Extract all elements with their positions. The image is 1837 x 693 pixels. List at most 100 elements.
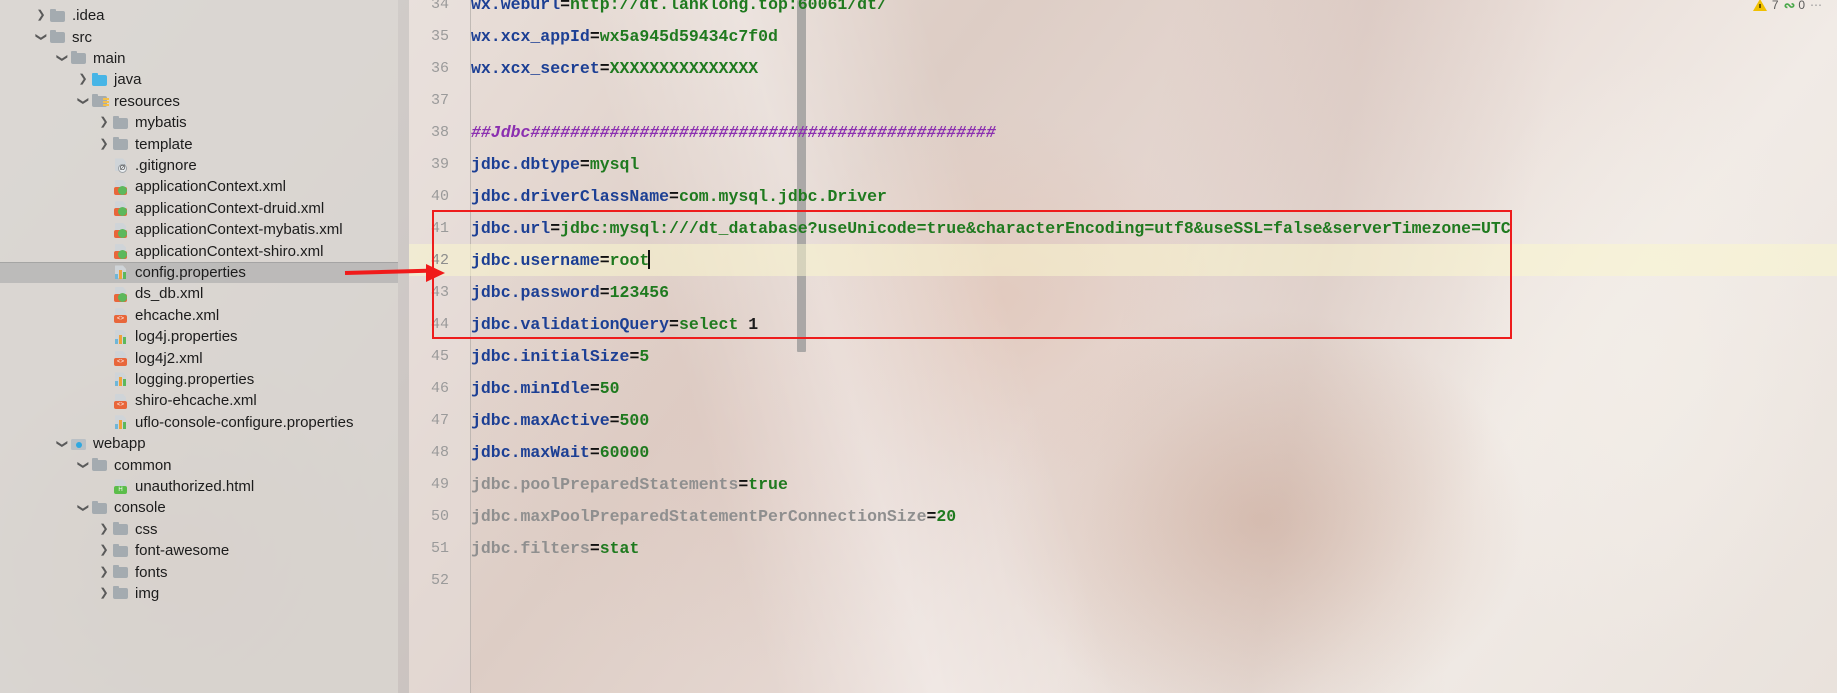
code-line-46[interactable]: 46 jdbc.minIdle=50 [409,372,1837,404]
chevron-down-icon[interactable]: ❯ [75,93,91,109]
code-line-48[interactable]: 48 jdbc.maxWait=60000 [409,436,1837,468]
code-text[interactable]: jdbc.minIdle=50 [459,379,620,398]
tree-item--gitignore[interactable]: Ø .gitignore [0,155,398,176]
code-line-45[interactable]: 45 jdbc.initialSize=5 [409,340,1837,372]
code-line-49[interactable]: 49 jdbc.poolPreparedStatements=true [409,468,1837,500]
code-line-37[interactable]: 37 [409,84,1837,116]
code-text[interactable]: jdbc.maxActive=500 [459,411,649,430]
code-line-40[interactable]: 40 jdbc.driverClassName=com.mysql.jdbc.Dr… [409,180,1837,212]
tree-item-font-awesome[interactable]: ❯ font-awesome [0,540,398,561]
arrow-head [426,264,445,282]
tree-item-label: .idea [72,7,105,25]
code-line-39[interactable]: 39 jdbc.dbtype=mysql [409,148,1837,180]
code-text[interactable]: jdbc.url=jdbc:mysql:///dt_database?useUn… [459,219,1511,238]
chevron-down-icon[interactable]: ❯ [54,50,70,66]
code-text[interactable]: jdbc.maxWait=60000 [459,443,649,462]
tree-item-img[interactable]: ❯ img [0,583,398,604]
token-k: wx.weburl [471,0,561,14]
code-text[interactable]: wx.xcx_appId=wx5a945d59434c7f0d [459,27,778,46]
code-text[interactable]: jdbc.maxPoolPreparedStatementPerConnecti… [459,507,956,526]
token-k: jdbc.minIdle [471,378,590,398]
code-line-44[interactable]: 44 jdbc.validationQuery=select 1 [409,308,1837,340]
code-line-47[interactable]: 47 jdbc.maxActive=500 [409,404,1837,436]
tree-item-shiro-ehcache-xml[interactable]: <> shiro-ehcache.xml [0,390,398,411]
tree-item-template[interactable]: ❯ template [0,133,398,154]
tree-item-applicationcontext-shiro-xml[interactable]: < applicationContext-shiro.xml [0,240,398,261]
tree-item-common[interactable]: ❯ common [0,454,398,475]
tree-item-config-properties[interactable]: config.properties [0,261,398,284]
chevron-right-icon[interactable]: ❯ [96,136,112,152]
chevron-down-icon[interactable]: ❯ [33,29,49,45]
tree-item-mybatis[interactable]: ❯ mybatis [0,112,398,133]
tree-item-webapp[interactable]: ❯ webapp [0,433,398,454]
chevron-right-icon[interactable]: ❯ [33,8,49,24]
code-line-38[interactable]: 38 ##Jdbc################################… [409,116,1837,148]
sidebar-scrollbar-track[interactable] [398,0,806,693]
line-number: 39 [430,155,449,173]
inspection-status-widget[interactable]: 7 ∾ 0 ⋯ [1752,0,1823,16]
code-line-43[interactable]: 43 jdbc.password=123456 [409,276,1837,308]
chevron-right-icon[interactable]: ❯ [96,115,112,131]
tree-item-label: main [93,49,126,67]
tree-item-log4j-properties[interactable]: log4j.properties [0,326,398,347]
tree-item-java[interactable]: ❯ java [0,69,398,90]
chevron-down-icon[interactable]: ❯ [54,436,70,452]
tree-item-src[interactable]: ❯ src [0,26,398,47]
tree-item-main[interactable]: ❯ main [0,48,398,69]
chevron-right-icon[interactable]: ❯ [96,585,112,601]
code-line-51[interactable]: 51 jdbc.filters=stat [409,532,1837,564]
tree-item-applicationcontext-mybatis-xml[interactable]: < applicationContext-mybatis.xml [0,219,398,240]
tree-item-label: src [72,28,92,46]
code-text[interactable]: ##Jdbc##################################… [459,123,996,142]
tree-item-console[interactable]: ❯ console [0,497,398,518]
tree-item-applicationcontext-druid-xml[interactable]: < applicationContext-druid.xml [0,198,398,219]
code-line-52[interactable]: 52 [409,564,1837,596]
tree-item-fonts[interactable]: ❯ fonts [0,561,398,582]
line-number: 51 [430,539,449,557]
warning-count: 7 [1771,0,1779,12]
tree-item-logging-properties[interactable]: logging.properties [0,369,398,390]
code-text[interactable]: jdbc.validationQuery=select 1 [459,315,758,334]
folder-icon [112,543,130,559]
code-content[interactable]: 34 wx.weburl=http://dt.lanklong.top:60061… [409,0,1837,693]
code-text[interactable]: jdbc.filters=stat [459,539,639,558]
folder-icon [91,457,109,473]
folder-icon [112,585,130,601]
tree-item-label: config.properties [135,263,246,281]
chevron-right-icon[interactable]: ❯ [96,564,112,580]
tree-item-unauthorized-html[interactable]: Hunauthorized.html [0,476,398,497]
tree-item-ehcache-xml[interactable]: <> ehcache.xml [0,305,398,326]
editor-pane[interactable]: 34 wx.weburl=http://dt.lanklong.top:60061… [409,0,1837,693]
code-line-35[interactable]: 35 wx.xcx_appId=wx5a945d59434c7f0d [409,20,1837,52]
chevron-right-icon[interactable]: ❯ [75,72,91,88]
tree-item-resources[interactable]: ❯ resources [0,91,398,112]
chevron-down-icon[interactable]: ❯ [75,457,91,473]
code-text[interactable]: jdbc.password=123456 [459,283,669,302]
tree-item-label: img [135,584,160,602]
code-text[interactable]: jdbc.poolPreparedStatements=true [459,475,788,494]
tree-item-log4j2-xml[interactable]: <> log4j2.xml [0,347,398,368]
project-tool-window[interactable]: ❯ .idea ❯ src ❯ main ❯ java ❯ resources ❯ mybatis ❯ t… [0,0,398,693]
tree-item--idea[interactable]: ❯ .idea [0,5,398,26]
code-text[interactable]: jdbc.dbtype=mysql [459,155,639,174]
code-line-41[interactable]: 41 jdbc.url=jdbc:mysql:///dt_database?use… [409,212,1837,244]
code-line-36[interactable]: 36 wx.xcx_secret=XXXXXXXXXXXXXXX [409,52,1837,84]
code-text[interactable]: wx.weburl=http://dt.lanklong.top:60061/d… [459,0,887,14]
folder-source-icon [91,72,109,88]
chevron-down-icon[interactable]: ❯ [75,500,91,516]
tree-item-ds-db-xml[interactable]: < ds_db.xml [0,283,398,304]
code-text[interactable]: wx.xcx_secret=XXXXXXXXXXXXXXX [459,59,758,78]
chevron-right-icon[interactable]: ❯ [96,543,112,559]
tree-item-uflo-console-configure-properties[interactable]: uflo-console-configure.properties [0,412,398,433]
code-line-50[interactable]: 50 jdbc.maxPoolPreparedStatementPerConnec… [409,500,1837,532]
tree-item-label: font-awesome [135,542,230,560]
tree-item-label: webapp [93,435,146,453]
code-line-42[interactable]: 42 jdbc.username=root [409,244,1837,276]
code-line-34[interactable]: 34 wx.weburl=http://dt.lanklong.top:60061… [409,0,1837,20]
chevron-right-icon[interactable]: ❯ [96,521,112,537]
tree-item-applicationcontext-xml[interactable]: < applicationContext.xml [0,176,398,197]
code-text[interactable]: jdbc.username=root [459,250,651,270]
tree-item-css[interactable]: ❯ css [0,519,398,540]
code-text[interactable]: jdbc.driverClassName=com.mysql.jdbc.Driv… [459,187,887,206]
code-text[interactable]: jdbc.initialSize=5 [459,347,649,366]
